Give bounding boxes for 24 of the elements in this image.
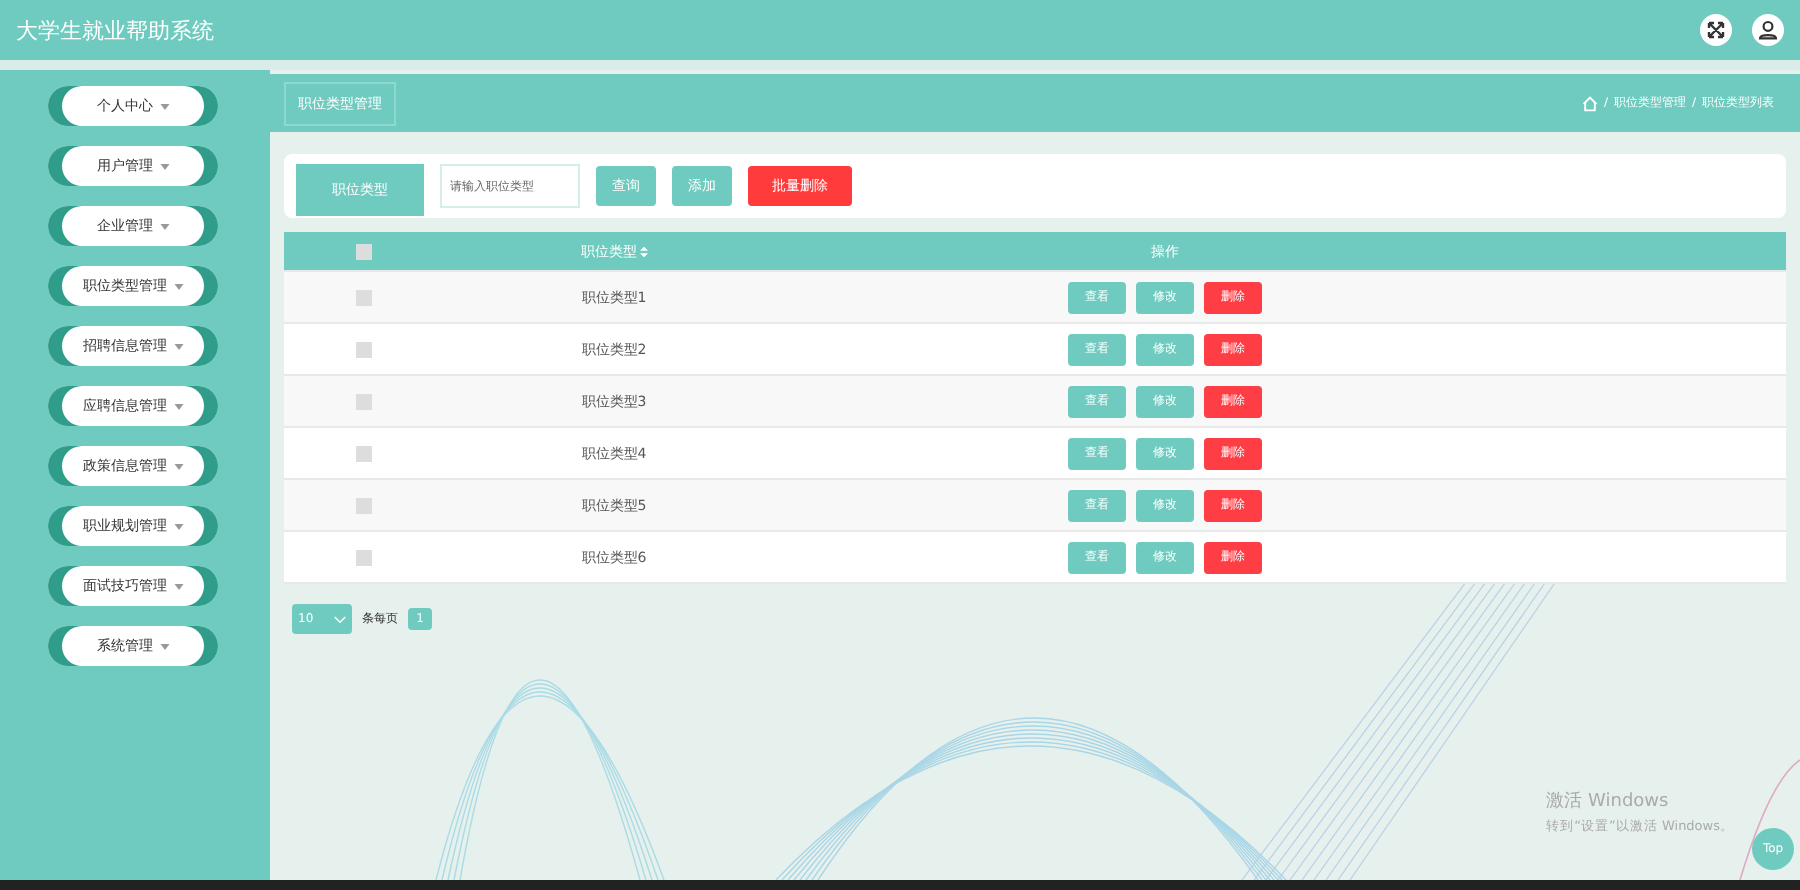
fullscreen-icon[interactable] (1700, 14, 1732, 46)
row-checkbox[interactable] (356, 497, 372, 513)
caret-icon (173, 283, 183, 289)
user-icon[interactable] (1752, 14, 1784, 46)
caret-icon (173, 583, 183, 589)
sort-icon[interactable] (639, 245, 647, 257)
chevron-icon (334, 615, 346, 623)
row-checkbox[interactable] (356, 393, 372, 409)
activation-title: 激活 Windows (1546, 789, 1671, 814)
select-all-checkbox[interactable] (356, 243, 372, 259)
caret-icon (159, 223, 169, 229)
row-checkbox[interactable] (356, 289, 372, 305)
caret-icon (159, 643, 169, 649)
home-icon[interactable] (1581, 95, 1598, 111)
app-title: 大学生就业帮助系统 (16, 15, 214, 45)
caret-icon (159, 163, 169, 169)
caret-icon (173, 463, 183, 469)
row-checkbox[interactable] (356, 445, 372, 461)
caret-icon (173, 343, 183, 349)
row-checkbox[interactable] (356, 341, 372, 357)
caret-icon (173, 523, 183, 529)
row-checkbox[interactable] (356, 549, 372, 565)
caret-icon (173, 403, 183, 409)
caret-icon (159, 103, 169, 109)
